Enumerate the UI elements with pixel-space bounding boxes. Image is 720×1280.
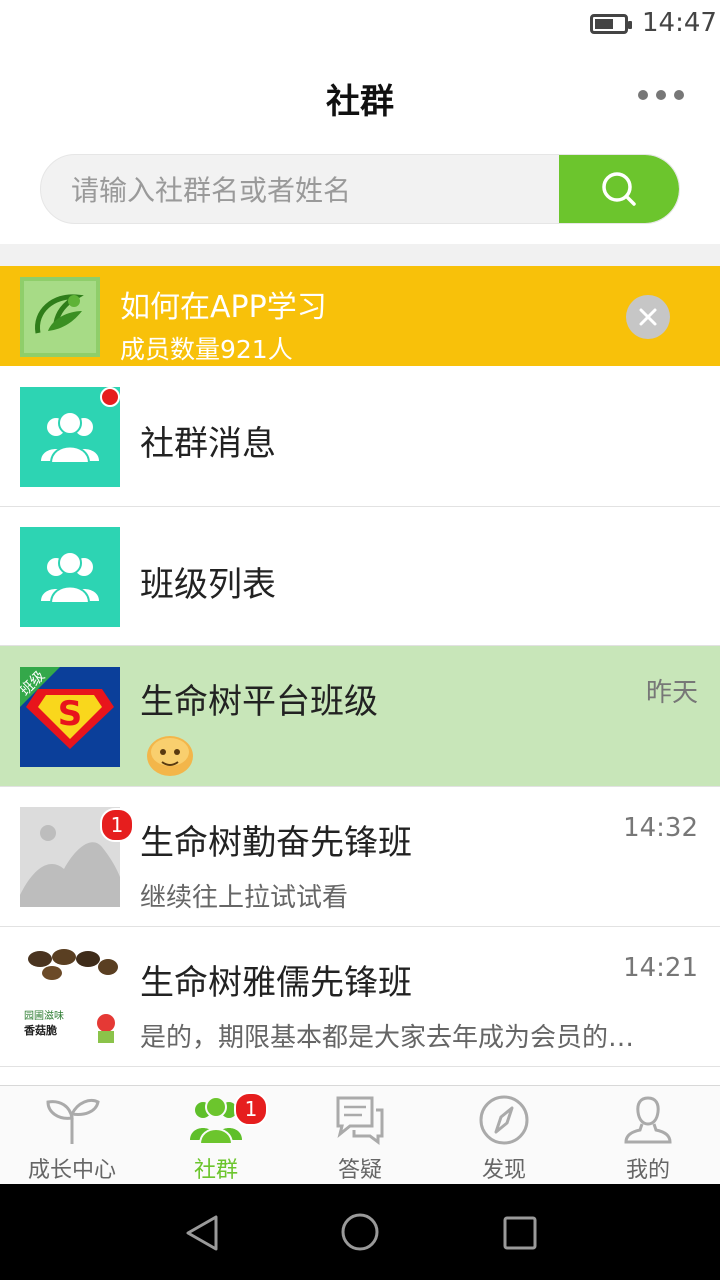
chat-icon [336,1096,384,1145]
search-bar [40,154,680,224]
chat-item[interactable]: 1 生命树勤奋先锋班 14:32 继续往上拉试试看 [0,787,720,927]
tab-discover[interactable]: 发现 [432,1086,576,1184]
close-icon [639,308,657,326]
chat-avatar: S 班级 [20,667,120,767]
banner-logo [20,277,100,357]
home-icon[interactable] [340,1212,380,1252]
class-list-icon [20,527,120,627]
more-options-icon[interactable] [638,80,684,110]
chat-preview: 继续往上拉试试看 [140,883,349,913]
tab-label: 成长中心 [27,1158,116,1183]
compass-icon [479,1095,529,1145]
back-icon[interactable] [184,1214,220,1252]
tab-label: 发现 [481,1158,526,1183]
chat-avatar: 园圃滋味 香菇脆 [20,947,120,1047]
person-icon [624,1096,672,1144]
thumb-line: 园圃滋味 [24,1011,64,1022]
status-time: 14:47 [642,8,717,38]
chat-item[interactable]: S 班级 生命树平台班级 昨天 [0,646,720,787]
chat-preview: 是的，期限基本都是大家去年成为会员的… [140,1023,635,1053]
chat-time: 14:32 [623,813,698,843]
tab-bar: 成长中心 1 社群 答疑 发现 我的 [0,1085,720,1184]
svg-text:S: S [58,694,83,734]
chat-name: 生命树雅儒先锋班 [140,963,412,1003]
chat-time: 昨天 [645,678,698,708]
unread-badge: 1 [100,808,134,842]
chat-item[interactable]: 园圃滋味 香菇脆 生命树雅儒先锋班 14:21 是的，期限基本都是大家去年成为会… [0,927,720,1067]
tab-community[interactable]: 1 社群 [144,1086,288,1184]
thumb-line: 香菇脆 [24,1024,57,1037]
menu-item-label: 社群消息 [140,424,276,464]
tab-label: 我的 [625,1158,670,1183]
menu-item-group-messages[interactable]: 社群消息 [0,366,720,507]
chat-name: 生命树勤奋先锋班 [140,823,412,863]
section-divider [0,244,720,266]
search-input[interactable] [69,155,553,223]
close-banner-button[interactable] [626,295,670,339]
status-bar: 14:47 [0,0,720,50]
battery-icon [590,14,632,34]
banner-member-count: 成员数量921人 [120,335,293,364]
sprout-icon [46,1099,100,1144]
tab-growth-center[interactable]: 成长中心 [0,1086,144,1184]
search-button[interactable] [559,155,679,223]
search-icon [602,172,636,206]
chat-name: 生命树平台班级 [140,682,378,722]
tab-qa[interactable]: 答疑 [288,1086,432,1184]
tab-label: 答疑 [337,1158,382,1183]
system-nav-bar [0,1184,720,1280]
page-title: 社群 [326,82,394,122]
smiley-emoji-icon [146,734,194,778]
chat-time: 14:21 [623,953,698,983]
tab-label: 社群 [193,1158,238,1183]
tab-me[interactable]: 我的 [576,1086,720,1184]
menu-item-label: 班级列表 [140,565,276,605]
banner-title: 如何在APP学习 [120,290,327,325]
unread-dot [100,387,120,407]
tab-badge: 1 [234,1092,268,1126]
recents-icon[interactable] [502,1215,538,1251]
group-banner[interactable] [0,266,720,366]
menu-item-class-list[interactable]: 班级列表 [0,507,720,646]
